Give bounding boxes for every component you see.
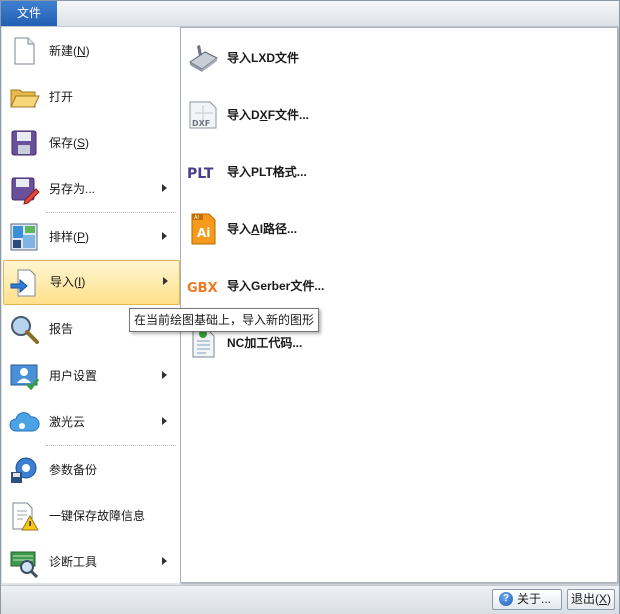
plt-file-icon: PLT	[187, 166, 214, 182]
menu-item-label: 导入(I)	[50, 275, 86, 289]
svg-text:GBX: GBX	[187, 281, 218, 296]
user-settings-icon	[10, 364, 40, 391]
open-folder-icon	[10, 89, 40, 108]
laser-machine-icon	[189, 45, 218, 72]
gerber-file-icon: GBX	[187, 281, 218, 296]
app-window: 文件 新建(N) 打开 保存(S) 另存为... 排样(P) 导入(I) 报告 …	[0, 0, 620, 614]
new-document-icon	[14, 37, 35, 65]
nesting-icon	[10, 223, 38, 251]
menu-item-label: 新建(N)	[49, 44, 90, 58]
import-icon	[10, 269, 36, 297]
cloud-icon	[9, 412, 40, 432]
about-label: 关于...	[517, 592, 552, 606]
svg-text:PLT: PLT	[187, 166, 214, 182]
ribbon-tab-bar: 文件	[1, 1, 619, 27]
separator	[46, 445, 176, 446]
submenu-item-label: 导入Gerber文件...	[227, 279, 325, 293]
menu-item-label: 用户设置	[49, 369, 98, 383]
menu-item-save-fault-info[interactable]: 一键保存故障信息	[2, 494, 180, 538]
ai-file-icon: AI Ai	[191, 213, 216, 245]
menu-item-nesting[interactable]: 排样(P)	[2, 215, 180, 259]
menu-item-new[interactable]: 新建(N)	[2, 29, 180, 73]
menu-item-user-settings[interactable]: 用户设置	[2, 354, 180, 398]
menu-item-label: 另存为...	[49, 182, 96, 196]
help-icon: ?	[499, 592, 513, 606]
dxf-file-icon: DXF	[189, 101, 217, 129]
menu-item-save[interactable]: 保存(S)	[2, 121, 180, 165]
svg-text:Ai: Ai	[197, 226, 210, 240]
exit-button[interactable]: 退出(X)	[567, 589, 615, 610]
svg-text:AI: AI	[194, 215, 199, 221]
file-tab[interactable]: 文件	[1, 1, 57, 26]
file-menu: 新建(N) 打开 保存(S) 另存为... 排样(P) 导入(I) 报告 用户设…	[2, 27, 180, 583]
submenu-item-import-ai[interactable]: AI Ai 导入AI路径...	[181, 201, 617, 258]
menu-item-params-backup[interactable]: 参数备份	[2, 448, 180, 492]
submenu-arrow-icon	[163, 277, 168, 285]
save-disk-icon	[11, 130, 37, 156]
menu-item-label: 激光云	[49, 415, 86, 429]
submenu-item-import-dxf[interactable]: DXF 导入DXF文件...	[181, 87, 617, 144]
menu-item-diagnose[interactable]: 诊断工具	[2, 540, 180, 584]
separator	[46, 212, 176, 213]
save-as-icon	[11, 177, 40, 205]
menu-item-label: 排样(P)	[49, 230, 90, 244]
diagnose-tool-icon	[10, 551, 39, 578]
submenu-item-import-lxd[interactable]: 导入LXD文件	[181, 30, 617, 87]
submenu-arrow-icon	[162, 184, 167, 192]
menu-item-label: 报告	[49, 322, 74, 336]
menu-item-import[interactable]: 导入(I)	[3, 260, 180, 305]
about-button[interactable]: ? 关于...	[492, 589, 562, 610]
menu-item-label: 一键保存故障信息	[49, 509, 146, 523]
submenu-item-label: 导入DXF文件...	[227, 108, 310, 122]
menu-item-label: 打开	[49, 90, 74, 104]
report-magnifier-icon	[11, 316, 39, 344]
import-tooltip: 在当前绘图基础上，导入新的图形	[129, 308, 319, 332]
menu-item-label: 保存(S)	[49, 136, 90, 150]
submenu-item-label: 导入LXD文件	[227, 51, 300, 65]
submenu-item-import-gerber[interactable]: GBX 导入Gerber文件...	[181, 258, 617, 315]
submenu-item-label: 导入AI路径...	[227, 222, 298, 236]
menu-item-open[interactable]: 打开	[2, 75, 180, 119]
menu-item-save-as[interactable]: 另存为...	[2, 167, 180, 211]
menu-footer: ? 关于... 退出(X)	[1, 585, 619, 614]
menu-item-label: 诊断工具	[49, 555, 98, 569]
submenu-arrow-icon	[162, 417, 167, 425]
fault-info-icon	[12, 502, 39, 531]
submenu-arrow-icon	[162, 232, 167, 240]
submenu-arrow-icon	[162, 371, 167, 379]
svg-text:DXF: DXF	[192, 119, 210, 128]
submenu-item-import-plt[interactable]: PLT 导入PLT格式...	[181, 144, 617, 201]
menu-item-laser-cloud[interactable]: 激光云	[2, 400, 180, 444]
menu-item-label: 参数备份	[49, 463, 98, 477]
import-submenu: 导入LXD文件 DXF 导入DXF文件... PLT 导入PLT格式... AI…	[180, 27, 618, 583]
submenu-item-label: 导入PLT格式...	[227, 165, 307, 179]
gear-backup-icon	[11, 457, 37, 483]
submenu-arrow-icon	[162, 557, 167, 565]
